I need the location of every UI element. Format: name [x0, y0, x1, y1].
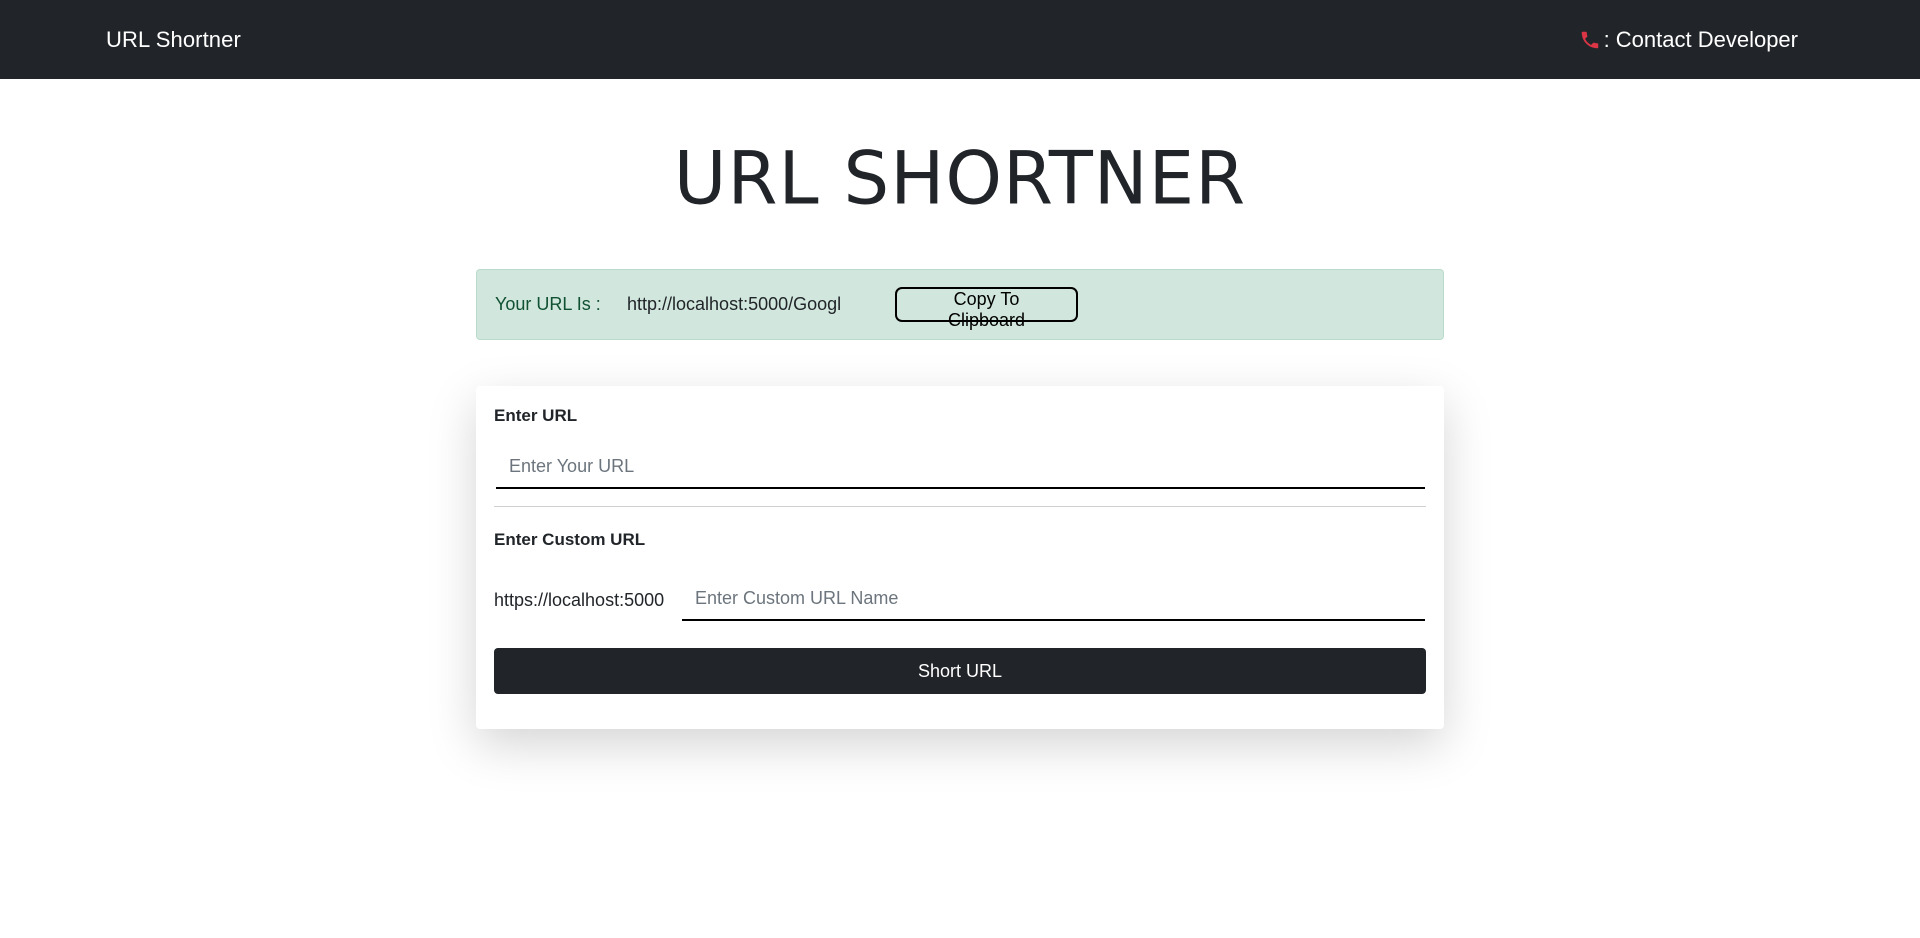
brand-link[interactable]: URL Shortner: [106, 27, 241, 53]
divider: [494, 506, 1426, 507]
page-title: URL SHORTNER: [673, 135, 1247, 221]
result-alert: Your URL Is : http://localhost:5000/Goog…: [476, 269, 1444, 340]
contact-label: : Contact Developer: [1603, 26, 1798, 52]
result-label: Your URL Is :: [495, 294, 601, 314]
copy-to-clipboard-button[interactable]: Copy To Clipboard: [895, 287, 1078, 330]
short-url-text: http://localhost:5000/Googl: [627, 294, 842, 314]
contact-developer-link[interactable]: : Contact Developer: [1578, 0, 1798, 79]
url-input[interactable]: [496, 446, 1425, 489]
custom-url-input[interactable]: [682, 578, 1425, 621]
shorten-form-card: Enter URL Enter Custom URL https://local…: [476, 386, 1444, 729]
custom-url-label: Enter Custom URL: [494, 530, 646, 549]
short-url-button[interactable]: Short URL: [494, 648, 1426, 694]
navbar: URL Shortner : Contact Developer: [0, 0, 1920, 79]
url-prefix: https://localhost:5000: [494, 590, 665, 610]
phone-icon: [1578, 28, 1602, 52]
url-label: Enter URL: [494, 406, 578, 425]
